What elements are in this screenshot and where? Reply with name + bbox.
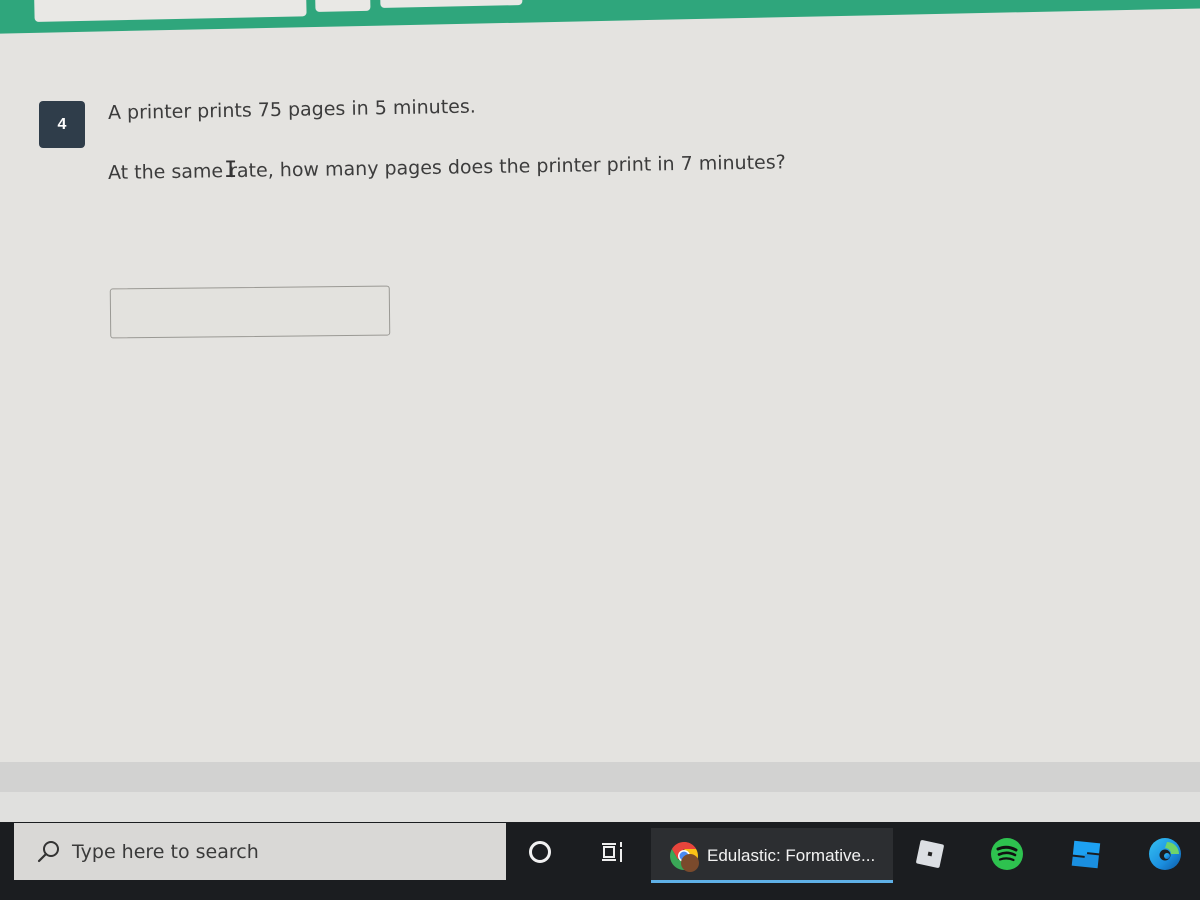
active-app-label: Edulastic: Formative... — [707, 845, 876, 865]
answer-input[interactable] — [109, 285, 391, 339]
roblox-icon — [916, 840, 944, 868]
task-view-button[interactable] — [592, 832, 632, 872]
taskbar-search-input[interactable]: Type here to search — [14, 823, 506, 880]
search-placeholder: Type here to search — [72, 840, 259, 863]
taskbar-app-roblox[interactable] — [910, 834, 950, 874]
taskbar-app-spotify[interactable] — [987, 834, 1027, 874]
question-panel: 4 A printer prints 75 pages in 5 minutes… — [0, 0, 1200, 760]
search-icon — [37, 840, 59, 862]
chrome-icon — [670, 841, 699, 872]
roblox-studio-icon — [1071, 840, 1101, 869]
taskbar: Type here to search Edulastic: Formative… — [0, 822, 1200, 900]
cortana-icon — [529, 841, 551, 863]
question-stem: A printer prints 75 pages in 5 minutes. — [107, 95, 476, 124]
edge-icon — [1149, 838, 1181, 870]
active-app-indicator — [651, 880, 893, 883]
taskbar-app-roblox-studio[interactable] — [1066, 834, 1106, 874]
spotify-icon — [991, 838, 1023, 870]
page-bottom-strip — [0, 792, 1200, 822]
task-view-icon — [602, 842, 622, 862]
cortana-button[interactable] — [520, 832, 560, 872]
question-prompt: At the same rate, how many pages does th… — [107, 151, 786, 184]
text-cursor-icon: I — [224, 158, 238, 183]
question-number-badge: 4 — [39, 101, 85, 148]
browser-bottom-bar — [0, 762, 1200, 792]
taskbar-app-edulastic[interactable]: Edulastic: Formative... — [651, 828, 893, 883]
taskbar-app-edge[interactable] — [1145, 834, 1185, 874]
